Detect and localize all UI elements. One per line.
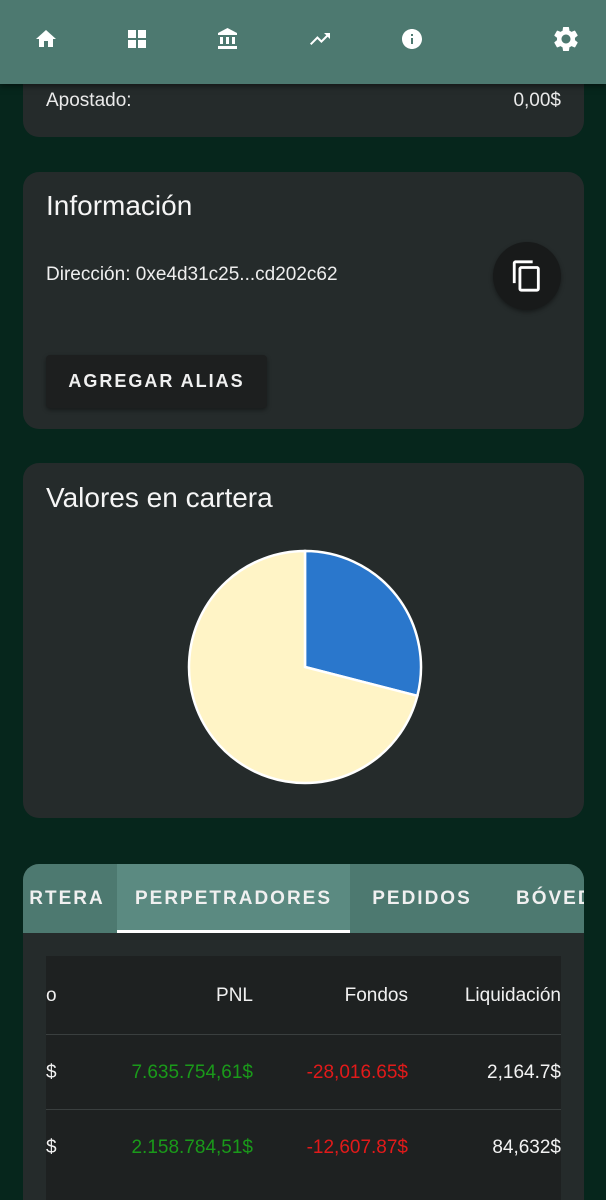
- info-card: Información Dirección: 0xe4d31c25...cd20…: [23, 172, 584, 429]
- info-title: Información: [46, 190, 193, 221]
- top-app-bar: [0, 0, 606, 84]
- tab-vaults[interactable]: BÓVED: [494, 864, 584, 933]
- copy-icon: [512, 260, 540, 292]
- portfolio-values-card: Valores en cartera: [23, 463, 584, 818]
- trending-icon[interactable]: [303, 22, 337, 56]
- column-header-pnl: PNL: [216, 985, 253, 1006]
- gear-icon[interactable]: [549, 22, 583, 56]
- tab-portfolio[interactable]: RTERA: [23, 864, 117, 933]
- table-cell-pnl: 2.158.784,51$: [131, 1137, 253, 1158]
- bet-row: Apostado: 0,00$: [46, 90, 561, 112]
- copy-address-button[interactable]: [493, 242, 561, 310]
- column-header-liquidation: Liquidación: [464, 985, 561, 1006]
- bank-icon[interactable]: [211, 22, 245, 56]
- bet-value: 0,00$: [513, 90, 561, 111]
- table-cell-funds: -12,607.87$: [306, 1137, 408, 1158]
- column-header-funds: Fondos: [344, 985, 408, 1006]
- row-divider: [46, 1034, 561, 1035]
- info-icon[interactable]: [395, 22, 429, 56]
- table-cell-funds: -28,016.65$: [306, 1062, 408, 1083]
- table-cell: $: [46, 1062, 57, 1083]
- tab-bar: RTERA PERPETRADORES PEDIDOS BÓVED: [23, 864, 584, 933]
- wallet-address: Dirección: 0xe4d31c25...cd202c62: [46, 264, 338, 285]
- table-cell: $: [46, 1137, 57, 1158]
- tab-orders[interactable]: PEDIDOS: [350, 864, 494, 933]
- table-cell-pnl: 7.635.754,61$: [131, 1062, 253, 1083]
- add-alias-button[interactable]: AGREGAR ALIAS: [46, 355, 267, 408]
- table-cell-liquidation: 2,164.7$: [487, 1062, 561, 1083]
- positions-tabs-card: RTERA PERPETRADORES PEDIDOS BÓVED o PNL …: [23, 864, 584, 1200]
- column-header: o: [46, 985, 57, 1006]
- table-cell-liquidation: 84,632$: [492, 1137, 561, 1158]
- positions-table: o PNL Fondos Liquidación $ 7.635.754,61$…: [46, 956, 561, 1200]
- home-icon[interactable]: [29, 22, 63, 56]
- tab-perpetrators[interactable]: PERPETRADORES: [117, 864, 350, 933]
- bet-label: Apostado:: [46, 90, 132, 111]
- dashboard-icon[interactable]: [120, 22, 154, 56]
- row-divider: [46, 1109, 561, 1110]
- portfolio-pie-chart: [187, 549, 423, 785]
